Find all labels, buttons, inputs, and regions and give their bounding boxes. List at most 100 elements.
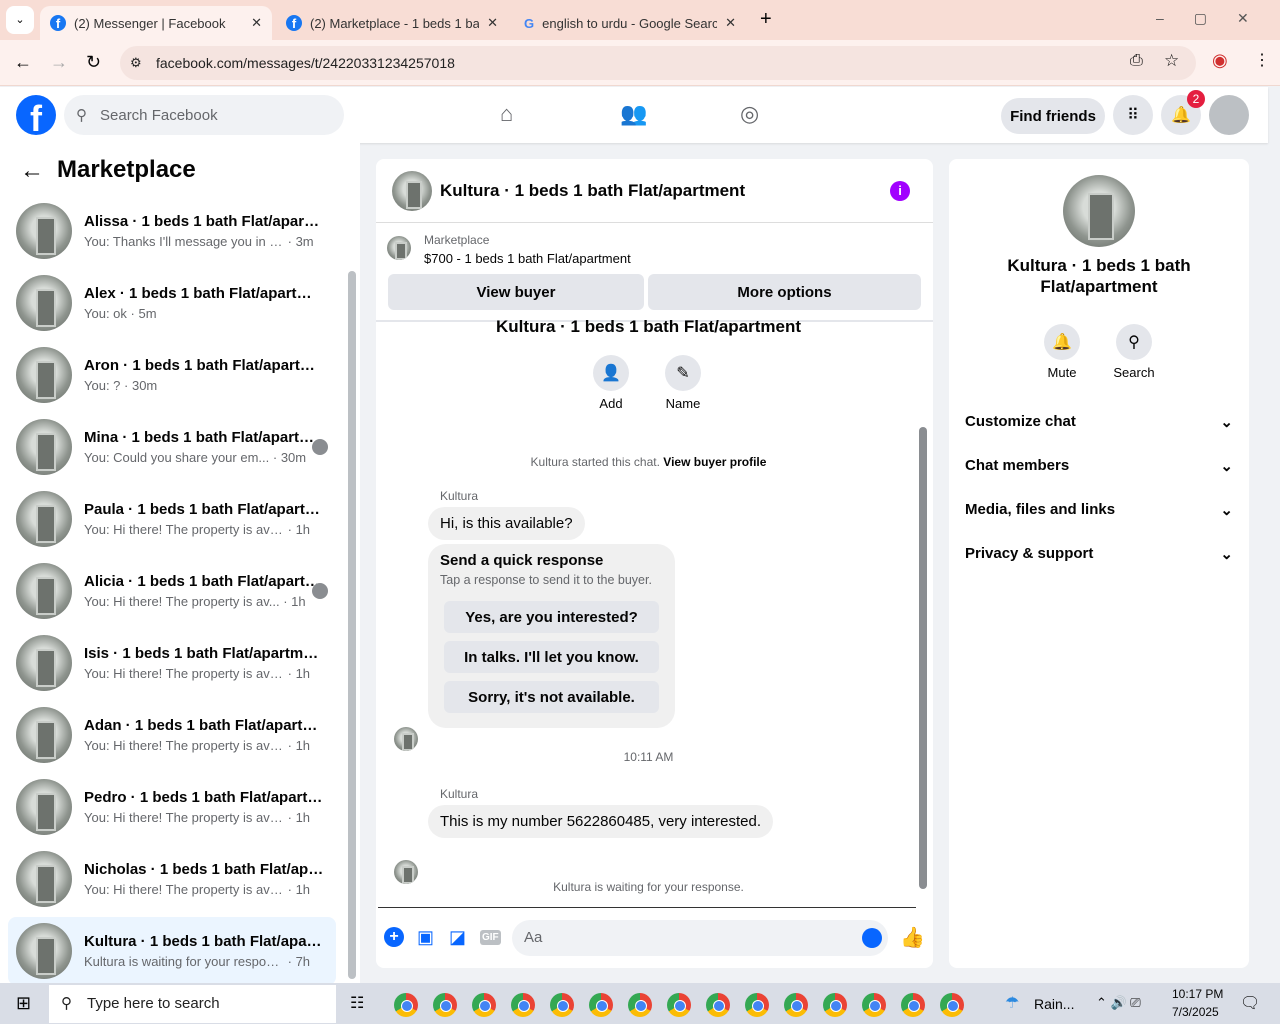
mute-label: Mute <box>1047 365 1077 380</box>
chat-members-section[interactable]: Chat members ⌄ <box>965 457 1233 475</box>
search-chat-button[interactable]: ⚲ <box>1116 324 1152 360</box>
account-avatar[interactable] <box>1209 95 1249 135</box>
clock-time[interactable]: 10:17 PM <box>1172 987 1223 1001</box>
taskbar-app-icon[interactable] <box>628 993 652 1017</box>
chat-list-item[interactable]: Aron · 1 beds 1 bath Flat/apartment You: … <box>8 341 336 409</box>
view-buyer-profile-link[interactable]: View buyer profile <box>663 455 766 469</box>
bookmark-star-icon[interactable]: ☆ <box>1164 51 1179 71</box>
close-tab-icon[interactable]: ✕ <box>487 15 498 31</box>
search-input[interactable]: ⚲ Search Facebook <box>64 95 344 135</box>
home-icon[interactable]: ⌂ <box>500 101 513 127</box>
customize-chat-section[interactable]: Customize chat ⌄ <box>965 413 1233 431</box>
chat-avatar[interactable] <box>392 171 432 211</box>
privacy-support-section[interactable]: Privacy & support ⌄ <box>965 545 1233 563</box>
add-people-button[interactable]: 👤 <box>593 355 629 391</box>
find-friends-button[interactable]: Find friends <box>1001 98 1105 134</box>
messages-scrollbar[interactable] <box>919 427 927 889</box>
chat-list-item[interactable]: Alicia · 1 beds 1 bath Flat/apartment You… <box>8 557 336 625</box>
quick-reply-not-available[interactable]: Sorry, it's not available. <box>444 681 659 713</box>
taskbar-app-icon[interactable] <box>394 993 418 1017</box>
taskbar-app-icon[interactable] <box>433 993 457 1017</box>
sticker-icon[interactable]: ◪ <box>449 927 466 948</box>
details-avatar[interactable] <box>1063 175 1135 247</box>
info-icon[interactable]: i <box>890 181 910 201</box>
tab-google[interactable]: Genglish to urdu - Google Search ✕ <box>514 6 746 40</box>
friends-icon[interactable]: 👥 <box>620 101 647 127</box>
chat-list-item[interactable]: Nicholas · 1 beds 1 bath Flat/apartment Y… <box>8 845 336 913</box>
gif-icon[interactable]: GIF <box>480 930 501 945</box>
chat-name: Mina · 1 beds 1 bath Flat/apartment <box>84 429 324 446</box>
quick-reply-in-talks[interactable]: In talks. I'll let you know. <box>444 641 659 673</box>
chat-list-item[interactable]: Alissa · 1 beds 1 bath Flat/apartment You… <box>8 197 336 265</box>
taskbar-search[interactable]: ⚲ Type here to search <box>49 985 336 1023</box>
chat-name: Adan · 1 beds 1 bath Flat/apartment <box>84 717 324 734</box>
quick-response-title: Send a quick response <box>440 552 604 569</box>
chat-list-item[interactable]: Kultura · 1 beds 1 bath Flat/apartment Ku… <box>8 917 336 985</box>
weather-icon[interactable]: ☂ <box>1005 993 1019 1013</box>
sidebar-scrollbar[interactable] <box>348 271 356 979</box>
taskbar-app-icon[interactable] <box>472 993 496 1017</box>
window-controls[interactable]: –▢✕ <box>1156 10 1279 27</box>
taskbar-app-icon[interactable] <box>589 993 613 1017</box>
close-tab-icon[interactable]: ✕ <box>725 15 736 31</box>
menu-icon[interactable]: ⋮ <box>1254 50 1270 70</box>
url-input[interactable]: ⚙ facebook.com/messages/t/242203312342570… <box>120 46 1196 80</box>
chat-list-item[interactable]: Adan · 1 beds 1 bath Flat/apartment You: … <box>8 701 336 769</box>
new-tab-button[interactable]: + <box>760 8 772 31</box>
notifications-icon[interactable]: 🗨 <box>1240 993 1260 1013</box>
taskbar-app-icon[interactable] <box>823 993 847 1017</box>
chat-name: Pedro · 1 beds 1 bath Flat/apartment <box>84 789 324 806</box>
chat-list-item[interactable]: Paula · 1 beds 1 bath Flat/apartment You:… <box>8 485 336 553</box>
taskbar-app-icon[interactable] <box>550 993 574 1017</box>
mute-button[interactable]: 🔔 <box>1044 324 1080 360</box>
listing-title[interactable]: $700 - 1 beds 1 bath Flat/apartment <box>424 251 631 266</box>
forward-icon[interactable]: → <box>50 52 68 73</box>
chat-list-item[interactable]: Alex · 1 beds 1 bath Flat/apartment You: … <box>8 269 336 337</box>
back-icon[interactable]: ← <box>14 52 32 73</box>
tab-marketplace[interactable]: f (2) Marketplace - 1 beds 1 bath ✕ <box>276 6 508 40</box>
chat-title[interactable]: Kultura · 1 beds 1 bath Flat/apartment <box>440 181 745 201</box>
like-icon[interactable]: 👍 <box>900 925 925 950</box>
taskbar-app-icon[interactable] <box>901 993 925 1017</box>
taskbar-app-icon[interactable] <box>706 993 730 1017</box>
chat-list-item[interactable]: Isis · 1 beds 1 bath Flat/apartment You: … <box>8 629 336 697</box>
taskbar-app-icon[interactable] <box>784 993 808 1017</box>
clock-date[interactable]: 7/3/2025 <box>1172 1005 1219 1019</box>
tray-icons[interactable]: ⌃ 🔊 ⎚ <box>1096 995 1141 1011</box>
chat-list-item[interactable]: Pedro · 1 beds 1 bath Flat/apartment You:… <box>8 773 336 841</box>
site-info-icon[interactable]: ⚙ <box>130 55 142 71</box>
facebook-header: f ⚲ Search Facebook ⌂ 👥 ◎ Find friends ⠿ … <box>0 87 1268 143</box>
groups-icon[interactable]: ◎ <box>740 101 759 127</box>
profile-icon[interactable]: ◉ <box>1212 50 1228 71</box>
facebook-logo[interactable]: f <box>16 95 56 135</box>
taskbar-app-icon[interactable] <box>745 993 769 1017</box>
task-view-icon[interactable]: ☷ <box>350 993 364 1013</box>
taskbar-app-icon[interactable] <box>511 993 535 1017</box>
sender-avatar <box>394 727 418 751</box>
more-actions-icon[interactable]: + <box>384 927 404 947</box>
install-icon[interactable]: ⎙ <box>1130 52 1143 70</box>
taskbar-app-icon[interactable] <box>940 993 964 1017</box>
weather-text[interactable]: Rain... <box>1034 996 1074 1012</box>
media-files-links-section[interactable]: Media, files and links ⌄ <box>965 501 1233 519</box>
view-buyer-button[interactable]: View buyer <box>388 274 644 310</box>
reload-icon[interactable]: ↻ <box>86 52 101 73</box>
photo-icon[interactable]: ▣ <box>417 927 434 948</box>
back-arrow-icon[interactable]: ← <box>20 157 44 185</box>
notification-badge: 2 <box>1187 90 1205 108</box>
quick-reply-yes[interactable]: Yes, are you interested? <box>444 601 659 633</box>
listing-thumbnail[interactable] <box>387 236 411 260</box>
chat-list-item[interactable]: Mina · 1 beds 1 bath Flat/apartment You: … <box>8 413 336 481</box>
tab-list-button[interactable]: ⌄ <box>6 6 34 34</box>
tab-messenger[interactable]: f (2) Messenger | Facebook ✕ <box>40 6 272 40</box>
intro-title: Kultura · 1 beds 1 bath Flat/apartment <box>495 317 802 336</box>
emoji-icon[interactable] <box>862 928 882 948</box>
close-tab-icon[interactable]: ✕ <box>251 15 262 31</box>
more-options-button[interactable]: More options <box>648 274 921 310</box>
taskbar-app-icon[interactable] <box>667 993 691 1017</box>
name-button[interactable]: ✎ <box>665 355 701 391</box>
message-input[interactable]: Aa <box>512 920 888 956</box>
windows-start-icon[interactable]: ⊞ <box>16 993 31 1014</box>
taskbar-app-icon[interactable] <box>862 993 886 1017</box>
menu-button[interactable]: ⠿ <box>1113 95 1153 135</box>
